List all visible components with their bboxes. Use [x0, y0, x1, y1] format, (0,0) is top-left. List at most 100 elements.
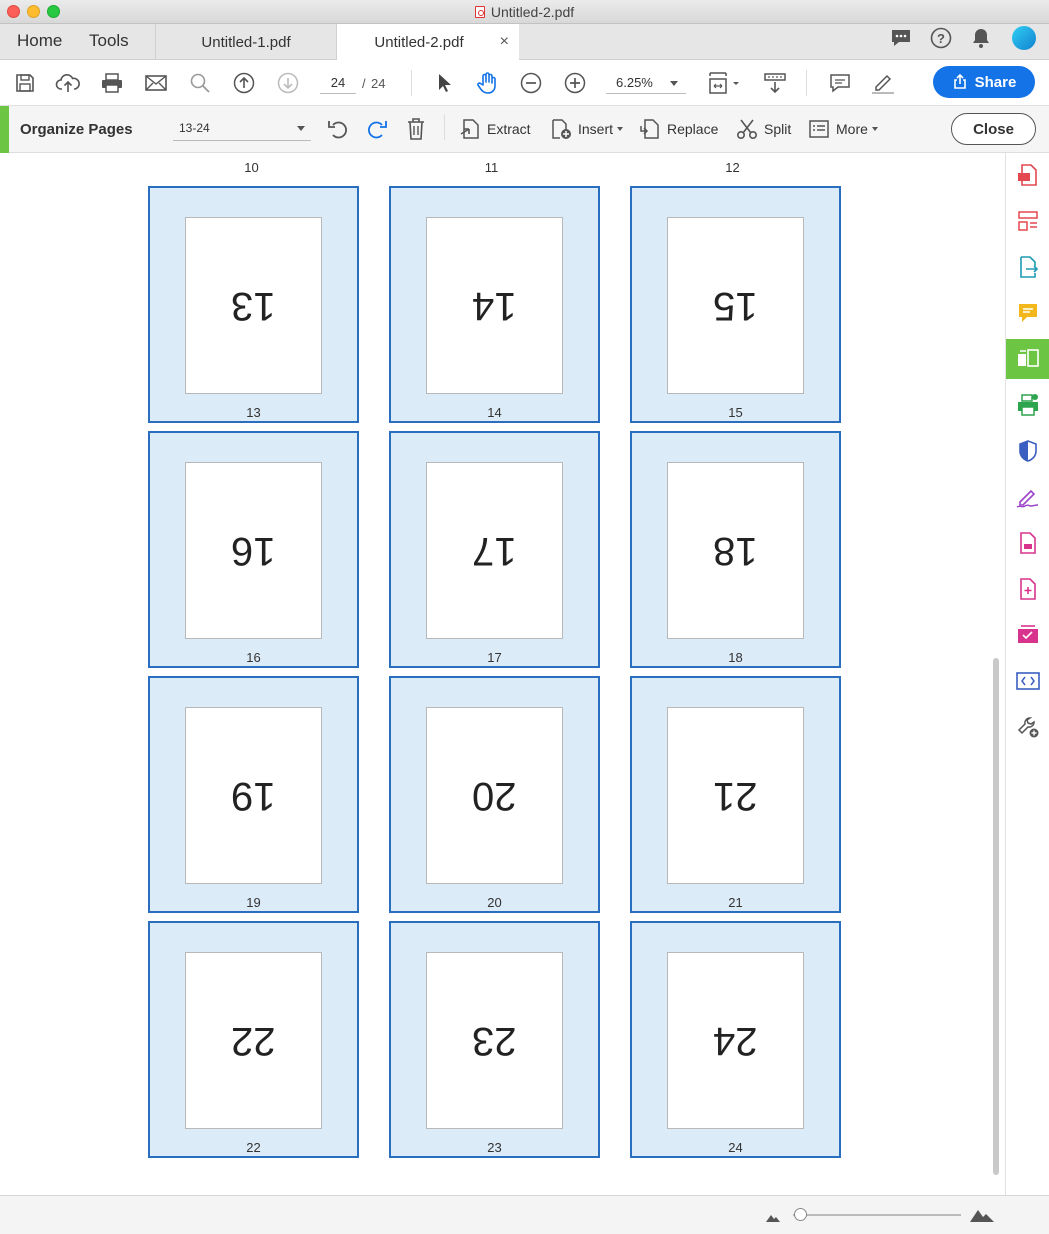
protect-shield-icon[interactable]	[1006, 431, 1049, 471]
page-preview: 24	[667, 952, 804, 1129]
rotate-left-icon	[328, 121, 347, 139]
main-toolbar: 24 / 24 6.25% Share	[0, 60, 1049, 106]
page-number-input[interactable]: 24	[320, 72, 356, 94]
page-thumbnail[interactable]: 20 20	[389, 676, 600, 913]
thumbnail-caption: 22	[246, 1140, 261, 1155]
page-thumbnail[interactable]: 14 14	[389, 186, 600, 423]
scrolling-mode-icon[interactable]	[760, 68, 790, 98]
status-bar	[0, 1195, 1049, 1234]
zoom-level-value: 6.25%	[616, 75, 653, 90]
home-tab[interactable]: Home	[17, 31, 62, 51]
page-thumbnail[interactable]: 15 15	[630, 186, 841, 423]
hand-tool-icon[interactable]	[472, 68, 502, 98]
compare-files-icon[interactable]	[1006, 615, 1049, 655]
page-preview: 20	[426, 707, 563, 884]
small-mountain-icon[interactable]	[765, 1210, 781, 1228]
scrollbar-thumb[interactable]	[993, 658, 999, 1175]
select-tool-icon[interactable]	[429, 68, 459, 98]
page-thumbnail[interactable]: 16 16	[148, 431, 359, 668]
print-icon[interactable]	[97, 68, 127, 98]
page-thumbnail[interactable]: 19 19	[148, 676, 359, 913]
page-preview-number: 24	[713, 1019, 758, 1063]
page-preview: 19	[185, 707, 322, 884]
page-thumbnail[interactable]: 23 23	[389, 921, 600, 1158]
rich-media-bracket-icon[interactable]	[1006, 661, 1049, 701]
export-pdf-icon[interactable]	[1006, 247, 1049, 287]
delete-pages-button[interactable]	[405, 116, 427, 142]
more-tools-wrench-icon[interactable]	[1006, 707, 1049, 747]
zoom-level-select[interactable]: 6.25%	[606, 72, 686, 94]
replace-label: Replace	[667, 121, 719, 137]
save-icon[interactable]	[10, 68, 40, 98]
toolbar-divider	[806, 70, 807, 96]
document-tab-untitled-2[interactable]: Untitled-2.pdf ×	[336, 24, 519, 61]
page-thumbnail[interactable]: 21 21	[630, 676, 841, 913]
rotate-right-icon	[368, 121, 387, 139]
search-icon[interactable]	[185, 68, 215, 98]
replace-icon	[640, 119, 659, 139]
page-thumbnail[interactable]: 18 18	[630, 431, 841, 668]
document-icon[interactable]	[1006, 523, 1049, 563]
close-organize-button[interactable]: Close	[951, 113, 1036, 145]
close-tab-icon[interactable]: ×	[500, 33, 509, 51]
zoom-in-icon[interactable]	[560, 68, 590, 98]
help-icon[interactable]: ?	[927, 24, 955, 52]
thumbnail-caption: 11	[484, 160, 499, 175]
fill-sign-icon[interactable]	[1006, 477, 1049, 517]
organize-accent-bar	[0, 106, 9, 153]
thumbnail-size-slider-track[interactable]	[793, 1214, 961, 1216]
upload-cloud-icon[interactable]	[53, 68, 83, 98]
page-thumbnail[interactable]: 13 13	[148, 186, 359, 423]
page-thumbnail[interactable]: 17 17	[389, 431, 600, 668]
thumbnail-caption: 17	[487, 650, 502, 665]
more-list-icon	[809, 120, 829, 138]
page-thumbnail[interactable]: 24 24	[630, 921, 841, 1158]
window-title: Untitled-2.pdf	[0, 4, 1049, 20]
rotate-clockwise-button[interactable]	[365, 116, 389, 142]
more-button[interactable]: More	[808, 116, 878, 142]
create-pdf-icon[interactable]	[1006, 155, 1049, 195]
organize-pages-icon[interactable]	[1006, 339, 1049, 379]
large-mountain-icon[interactable]	[969, 1205, 995, 1228]
chevron-down-icon	[670, 81, 678, 86]
previous-page-icon[interactable]	[229, 68, 259, 98]
comment-icon[interactable]	[1006, 293, 1049, 333]
next-page-icon[interactable]	[273, 68, 303, 98]
share-button[interactable]: Share	[933, 66, 1035, 98]
messages-icon[interactable]	[887, 24, 915, 52]
user-avatar[interactable]	[1010, 24, 1038, 52]
rotate-counterclockwise-button[interactable]	[326, 116, 350, 142]
enhance-document-icon[interactable]	[1006, 569, 1049, 609]
email-icon[interactable]	[141, 68, 171, 98]
page-preview-number: 19	[231, 774, 276, 818]
svg-text:?: ?	[937, 31, 945, 46]
page-preview: 17	[426, 462, 563, 639]
toolbar-divider	[444, 114, 445, 140]
thumbnail-caption: 14	[487, 405, 502, 420]
thumbnail-caption: 10	[244, 160, 259, 175]
document-tab-untitled-1[interactable]: Untitled-1.pdf	[155, 24, 336, 60]
page-preview-number: 18	[713, 529, 758, 573]
zoom-out-icon[interactable]	[516, 68, 546, 98]
page-thumbnails-area[interactable]: 10 11 12 13 13 14 14 15 15 16 16 17 17 18 18 19 19 20 2…	[0, 153, 1005, 1195]
comment-icon[interactable]	[825, 68, 855, 98]
edit-pdf-icon[interactable]	[1006, 201, 1049, 241]
page-range-select[interactable]: 13-24	[173, 117, 311, 141]
scan-icon[interactable]	[1006, 385, 1049, 425]
extract-button[interactable]: Extract	[459, 116, 531, 142]
organize-pages-title: Organize Pages	[20, 121, 133, 138]
tools-tab[interactable]: Tools	[89, 31, 129, 51]
replace-button[interactable]: Replace	[639, 116, 718, 142]
thumbnail-caption: 12	[725, 160, 740, 175]
thumbnail-caption: 16	[246, 650, 261, 665]
page-display-icon[interactable]	[705, 68, 743, 98]
insert-button[interactable]: Insert	[550, 116, 624, 142]
split-button[interactable]: Split	[736, 116, 791, 142]
notifications-bell-icon[interactable]	[967, 24, 995, 52]
page-preview: 14	[426, 217, 563, 394]
thumbnail-size-slider-handle[interactable]	[794, 1208, 807, 1221]
highlight-pen-icon[interactable]	[868, 68, 898, 98]
thumbnail-caption: 13	[246, 405, 261, 420]
more-label: More	[836, 121, 868, 137]
page-thumbnail[interactable]: 22 22	[148, 921, 359, 1158]
